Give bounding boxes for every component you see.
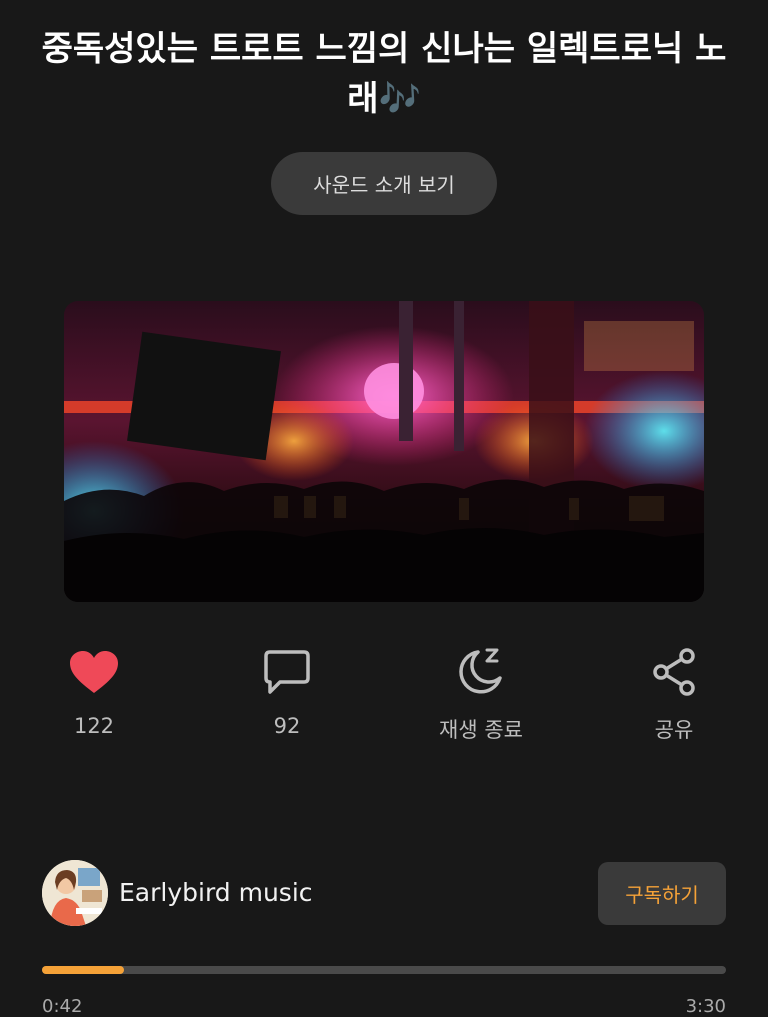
share-label: 공유 (654, 718, 694, 742)
subscribe-button[interactable]: 구독하기 (598, 862, 726, 925)
channel-row: Earlybird music 구독하기 (42, 860, 726, 926)
action-bar: 122 92 재생 종료 공유 (0, 640, 768, 760)
sleep-timer-label: 재생 종료 (439, 718, 523, 742)
share-icon (644, 640, 704, 704)
club-scene-image (64, 301, 704, 602)
like-button[interactable]: 122 (24, 640, 164, 738)
moon-sleep-icon (451, 640, 511, 704)
like-count: 122 (73, 714, 115, 738)
progress-fill (42, 966, 125, 974)
comment-icon (257, 640, 317, 704)
sound-intro-button[interactable]: 사운드 소개 보기 (271, 152, 497, 215)
cover-image (64, 301, 704, 602)
comment-count: 92 (273, 714, 301, 738)
heart-icon (64, 640, 124, 704)
comment-button[interactable]: 92 (217, 640, 357, 738)
share-button[interactable]: 공유 (604, 640, 744, 744)
current-time: 0:42 (42, 996, 83, 1017)
total-time: 3:30 (685, 996, 726, 1017)
sleep-timer-button[interactable]: 재생 종료 (411, 640, 551, 744)
channel-name[interactable]: Earlybird music (119, 878, 313, 907)
progress-bar[interactable] (42, 966, 726, 974)
channel-avatar[interactable] (42, 860, 108, 926)
song-title: 중독성있는 트로트 느낌의 신나는 일렉트로닉 노래🎶 (40, 24, 728, 124)
music-notes-emoji: 🎶 (378, 79, 421, 119)
